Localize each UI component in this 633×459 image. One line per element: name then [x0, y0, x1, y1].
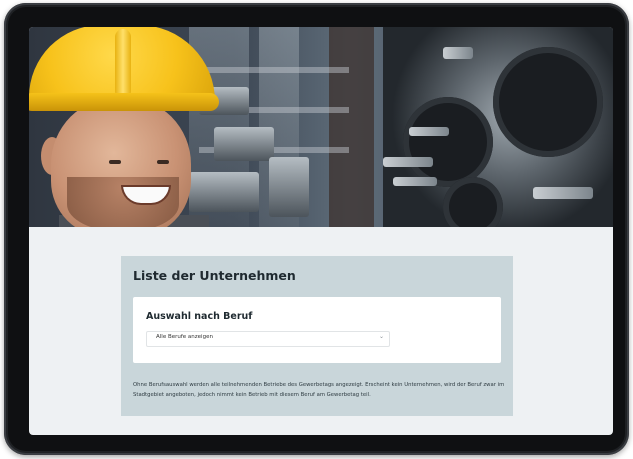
chevron-down-icon: ⌄ — [378, 333, 384, 340]
page-title: Liste der Unternehmen — [133, 268, 296, 283]
profession-select[interactable]: Alle Berufe anzeigen ⌄ — [146, 331, 390, 347]
company-list-section: Liste der Unternehmen Auswahl nach Beruf… — [121, 256, 513, 416]
machine-graphic — [383, 27, 613, 227]
screen: Liste der Unternehmen Auswahl nach Beruf… — [29, 27, 613, 435]
hero-image — [29, 27, 613, 227]
profession-select-value: Alle Berufe anzeigen — [156, 334, 213, 340]
info-text: Ohne Berufsauswahl werden alle teilnehme… — [133, 382, 505, 398]
filter-card: Auswahl nach Beruf Alle Berufe anzeigen … — [133, 297, 501, 363]
filter-title: Auswahl nach Beruf — [146, 311, 253, 322]
